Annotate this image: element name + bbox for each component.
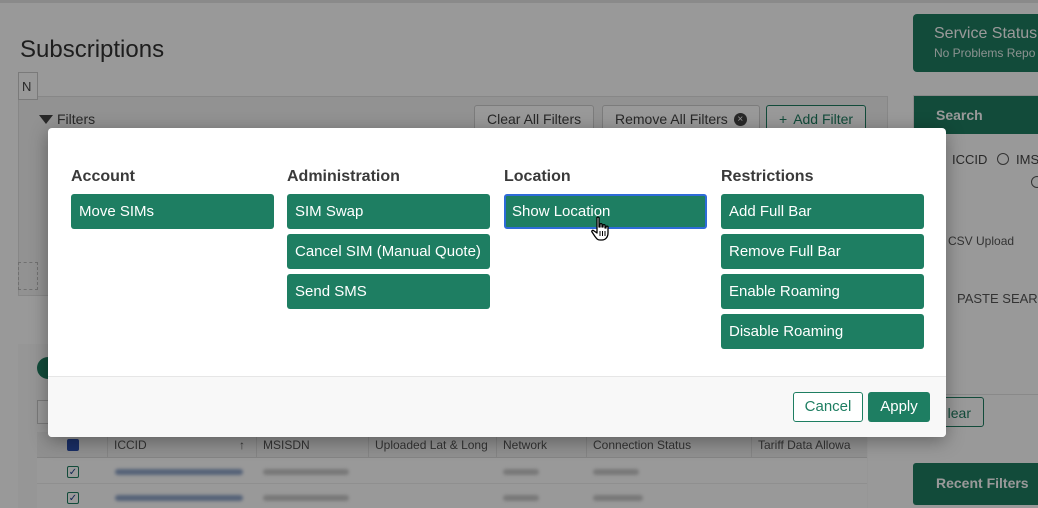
administration-column: Administration SIM Swap Cancel SIM (Manu… <box>287 168 490 314</box>
dialog-body: Account Move SIMs Administration SIM Swa… <box>48 128 946 376</box>
cancel-sim-button[interactable]: Cancel SIM (Manual Quote) <box>287 234 490 269</box>
cancel-button[interactable]: Cancel <box>793 392 863 422</box>
sim-swap-button[interactable]: SIM Swap <box>287 194 490 229</box>
enable-roaming-button[interactable]: Enable Roaming <box>721 274 924 309</box>
send-sms-button[interactable]: Send SMS <box>287 274 490 309</box>
add-full-bar-button[interactable]: Add Full Bar <box>721 194 924 229</box>
move-sims-button[interactable]: Move SIMs <box>71 194 274 229</box>
restrictions-column: Restrictions Add Full Bar Remove Full Ba… <box>721 168 924 354</box>
bulk-actions-dialog: Account Move SIMs Administration SIM Swa… <box>48 128 946 437</box>
account-column: Account Move SIMs <box>71 168 274 234</box>
remove-full-bar-button[interactable]: Remove Full Bar <box>721 234 924 269</box>
restrictions-heading: Restrictions <box>721 168 814 185</box>
location-heading: Location <box>504 168 571 185</box>
hand-pointer-icon <box>591 216 609 241</box>
disable-roaming-button[interactable]: Disable Roaming <box>721 314 924 349</box>
account-heading: Account <box>71 168 135 185</box>
apply-button[interactable]: Apply <box>868 392 930 422</box>
administration-heading: Administration <box>287 168 400 185</box>
dialog-footer: Cancel Apply <box>48 376 946 437</box>
